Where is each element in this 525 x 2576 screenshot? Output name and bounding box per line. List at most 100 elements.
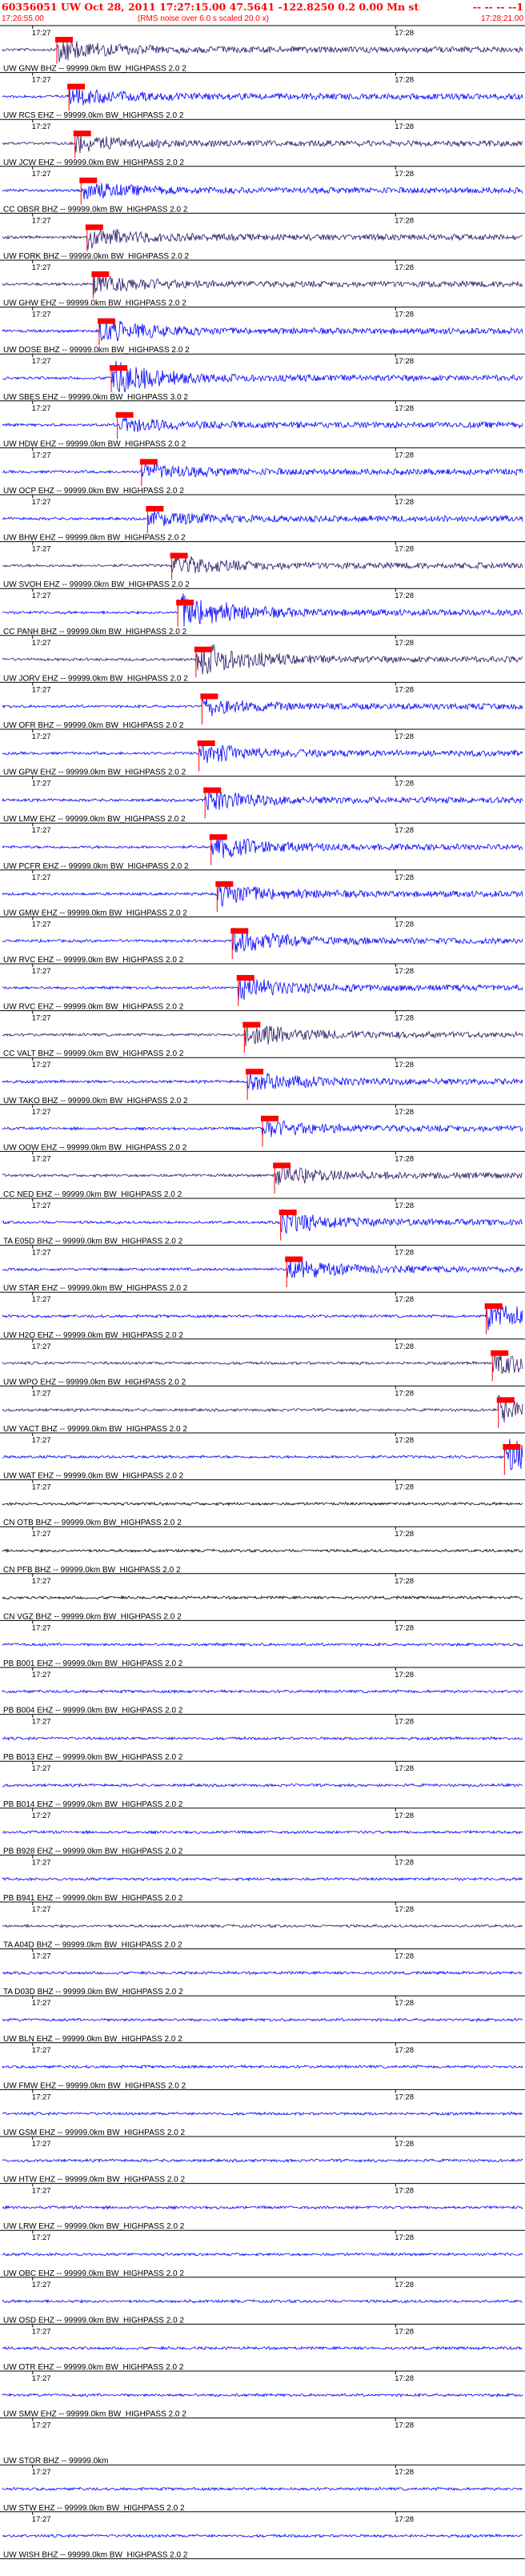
waveform <box>2 1970 523 1976</box>
trace-label: UW OBC EHZ -- 99999.0km BW_HIGHPASS 2.0 … <box>3 2269 184 2278</box>
waveform <box>2 1259 523 1278</box>
trace-row: 17:27 17:28 CC NED EHZ -- 99999.0km BW_HIG… <box>0 1150 525 1199</box>
tick-label-left: 17:27 <box>32 873 51 882</box>
trace-label: UW DOSE BHZ -- 99999.0km BW_HIGHPASS 2.0… <box>3 346 190 355</box>
waveform <box>2 319 523 342</box>
trace-row: 17:27 17:28 UW LMW EHZ -- 99999.0km BW_HIG… <box>0 776 525 824</box>
waveform <box>2 556 523 573</box>
trace-label: UW H2O EHZ -- 99999.0km BW_HIGHPASS 2.0 … <box>3 1331 183 1340</box>
tick-label-right: 17:28 <box>395 967 414 976</box>
trace-row: 17:27 17:28 UW SMW EHZ -- 99999.0km BW_HIG… <box>0 2370 525 2419</box>
tick-label-left: 17:27 <box>32 592 51 600</box>
tick-label-left: 17:27 <box>32 1249 51 1258</box>
tick-label-right: 17:28 <box>395 2515 414 2524</box>
trace-label: UW GSM EHZ -- 99999.0km BW_HIGHPASS 2.0 … <box>3 2129 186 2137</box>
trace-row: 17:27 17:28 UW WISH BHZ -- 99999.0km BW_HI… <box>0 2511 525 2559</box>
tick-label-right: 17:28 <box>395 2281 414 2289</box>
tick-label-right: 17:28 <box>395 780 414 788</box>
trace-label: UW WAT EHZ -- 99999.0km BW_HIGHPASS 2.0 … <box>3 1472 184 1481</box>
tick-label-right: 17:28 <box>395 1108 414 1117</box>
waveform <box>2 743 523 764</box>
pick-marker <box>491 1350 509 1356</box>
trace-label: UW OOW EHZ -- 99999.0km BW_HIGHPASS 2.0 … <box>3 1143 187 1152</box>
trace-label: UW WISH BHZ -- 99999.0km BW_HIGHPASS 2.0… <box>3 2550 188 2559</box>
trace-label: CC VALT BHZ -- 99999.0km BW_HIGHPASS 2.0… <box>3 1049 184 1058</box>
pick-marker <box>115 411 134 418</box>
trace-label: UW GMW EHZ -- 99999.0km BW_HIGHPASS 2.0 … <box>3 909 187 917</box>
trace-row: 17:27 17:28 UW OOW EHZ -- 99999.0km BW_HIG… <box>0 1104 525 1152</box>
tick-label-right: 17:28 <box>395 170 414 179</box>
pick-marker <box>110 365 128 371</box>
trace-label: UW SBES EHZ -- 99999.0km BW_HIGHPASS 3.0… <box>3 393 188 402</box>
waveform <box>2 644 523 675</box>
tick-label-right: 17:28 <box>395 122 414 131</box>
tick-label-right: 17:28 <box>395 1623 414 1632</box>
waveform <box>2 2252 523 2257</box>
tick-label-left: 17:27 <box>32 685 51 694</box>
tick-label-left: 17:27 <box>32 1061 51 1069</box>
tick-label-left: 17:27 <box>32 2140 51 2149</box>
seismogram-page: 60356051 UW Oct 28, 2011 17:27:15.00 47.… <box>0 0 525 2576</box>
waveform <box>2 2393 523 2398</box>
trace-label: UW SVOH EHZ -- 99999.0km BW_HIGHPASS 2.0… <box>3 580 190 589</box>
pick-marker <box>279 1210 297 1215</box>
waveform <box>2 1548 523 1554</box>
trace-label: UW GNW BHZ -- 99999.0km BW_HIGHPASS 2.0 … <box>3 65 186 74</box>
tick-label-left: 17:27 <box>32 2281 51 2289</box>
trace-row: 17:27 17:28 UW STW EHZ -- 99999.0km BW_HIG… <box>0 2464 525 2513</box>
trace-label: UW FMW EHZ -- 99999.0km BW_HIGHPASS 2.0 … <box>3 2081 186 2090</box>
pick-marker <box>85 224 103 231</box>
trace-label: PB B014 EHZ -- 99999.0km BW_HIGHPASS 2.0… <box>3 1800 183 1809</box>
tick-label-right: 17:28 <box>395 311 414 319</box>
waveform <box>2 2157 523 2164</box>
pick-marker <box>503 1444 521 1450</box>
trace-label: TA D03D BHZ -- 99999.0km BW_HIGHPASS 2.0… <box>3 1988 183 1996</box>
tick-label-left: 17:27 <box>32 1342 51 1351</box>
tick-label-right: 17:28 <box>395 1389 414 1398</box>
tick-label-right: 17:28 <box>395 2374 414 2383</box>
tick-label-left: 17:27 <box>32 1812 51 1820</box>
trace-row: 17:27 17:28 UW OSD EHZ -- 99999.0km BW_HIG… <box>0 2277 525 2325</box>
tick-label-right: 17:28 <box>395 263 414 272</box>
tick-label-right: 17:28 <box>395 2422 414 2430</box>
waveform <box>2 1072 523 1091</box>
tick-label-left: 17:27 <box>32 1436 51 1445</box>
waveform <box>2 1829 523 1835</box>
trace-label: CN PFB BHZ -- 99999.0km BW_HIGHPASS 2.0 … <box>3 1566 181 1575</box>
trace-row: 17:27 17:28 UW RCS EHZ -- 99999.0km BW_HIG… <box>0 72 525 120</box>
pick-marker <box>197 740 215 746</box>
waveform <box>2 463 523 479</box>
tick-label-right: 17:28 <box>395 404 414 413</box>
tick-label-left: 17:27 <box>32 2515 51 2524</box>
tick-label-left: 17:27 <box>32 29 51 38</box>
trace-label: UW YACT BHZ -- 99999.0km BW_HIGHPASS 2.0… <box>3 1425 187 1434</box>
pick-marker <box>200 693 218 700</box>
waveform <box>2 87 523 106</box>
tick-label-left: 17:27 <box>32 451 51 459</box>
tick-label-left: 17:27 <box>32 967 51 976</box>
tick-label-left: 17:27 <box>32 76 51 85</box>
waveform <box>2 2205 523 2210</box>
tick-label-left: 17:27 <box>32 1530 51 1539</box>
pick-marker <box>79 177 98 183</box>
trace-label: UW TAKO BHZ -- 99999.0km BW_HIGHPASS 2.0… <box>3 1097 188 1105</box>
waveform <box>2 2111 523 2117</box>
tick-label-right: 17:28 <box>395 639 414 648</box>
pick-marker <box>496 1397 515 1403</box>
trace-row: 17:27 17:28 UW GNW BHZ -- 99999.0km BW_HIG… <box>0 25 525 74</box>
tick-label-left: 17:27 <box>32 1999 51 2008</box>
pick-marker <box>176 600 194 606</box>
waveform <box>2 360 523 394</box>
tick-label-left: 17:27 <box>32 1858 51 1867</box>
waveform <box>2 1876 523 1882</box>
pick-marker <box>146 506 164 512</box>
tick-label-right: 17:28 <box>395 1530 414 1539</box>
waveform <box>2 1394 523 1423</box>
tick-label-left: 17:27 <box>32 1389 51 1398</box>
pick-marker <box>170 552 188 559</box>
waveform <box>2 274 523 295</box>
tick-label-right: 17:28 <box>395 873 414 882</box>
trace-label: UW BLN EHZ -- 99999.0km BW_HIGHPASS 2.0 … <box>3 2035 182 2044</box>
trace-row: 17:27 17:28 UW RVC EHZ -- 99999.0km BW_HIG… <box>0 963 525 1012</box>
waveform <box>2 1595 523 1600</box>
